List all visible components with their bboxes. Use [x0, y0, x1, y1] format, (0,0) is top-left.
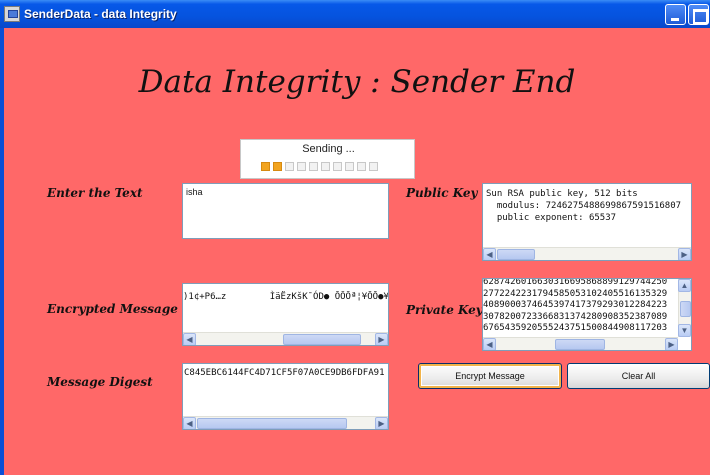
encrypted-horizontal-scrollbar[interactable]: ◀ ▶: [183, 332, 388, 345]
scroll-down-icon[interactable]: ▼: [678, 324, 691, 337]
scroll-thumb[interactable]: [283, 334, 361, 345]
public-key-horizontal-scrollbar[interactable]: ◀ ▶: [483, 247, 691, 260]
private-key-line: 4089000374645397417379293012284223: [483, 300, 668, 310]
scroll-left-icon[interactable]: ◀: [483, 248, 496, 260]
private-key-label: Private Key: [406, 303, 483, 317]
scroll-right-icon[interactable]: ▶: [665, 338, 678, 350]
title-bar[interactable]: SenderData - data Integrity ✕: [0, 0, 710, 28]
encrypted-message-label: Encrypted Message: [47, 302, 178, 316]
page-heading: Data Integrity : Sender End: [138, 64, 576, 100]
private-key-line: 6287426016630316695868899129744250: [483, 278, 668, 287]
window-title: SenderData - data Integrity: [24, 7, 177, 21]
progress-cell-empty: [345, 162, 354, 171]
content-panel: Data Integrity : Sender End Sending ... …: [4, 28, 710, 475]
scroll-right-icon[interactable]: ▶: [375, 333, 388, 345]
scroll-left-icon[interactable]: ◀: [183, 333, 196, 345]
public-key-line: Sun RSA public key, 512 bits: [486, 189, 638, 199]
digest-horizontal-scrollbar[interactable]: ◀ ▶: [183, 416, 388, 429]
text-input-area[interactable]: isha: [182, 183, 389, 239]
progress-bar: [261, 162, 378, 172]
public-key-label: Public Key: [406, 186, 478, 200]
message-digest-area[interactable]: C845EBC6144FC4D71CF5F07A0CE9DB6FDFA91 ◀ …: [182, 363, 389, 430]
progress-label: Sending ...: [302, 143, 355, 155]
progress-cell-empty: [333, 162, 342, 171]
enter-text-label: Enter the Text: [47, 186, 143, 200]
encrypted-message-area[interactable]: )1¢+P6…z ÌäËzKšK¯ÓD● ŌŌŌª¦¥ŌŌ●¥ ◀ ▶: [182, 283, 389, 346]
public-key-area[interactable]: Sun RSA public key, 512 bits modulus: 72…: [482, 183, 692, 261]
private-key-line: 2772242231794585053102405516135329: [483, 288, 668, 299]
scroll-right-icon[interactable]: ▶: [375, 417, 388, 429]
app-window: SenderData - data Integrity ✕ Data Integ…: [0, 0, 710, 475]
text-input-value: isha: [186, 187, 203, 197]
progress-cell-empty: [285, 162, 294, 171]
progress-cell-empty: [297, 162, 306, 171]
public-key-line: modulus: 7246275488699867591516807: [486, 201, 682, 211]
progress-cell-empty: [357, 162, 366, 171]
private-key-area[interactable]: 6287426016630316695868899129744250 27722…: [482, 278, 692, 351]
private-key-line: 3078200723366831374280908352387089: [483, 311, 668, 322]
progress-cell-filled: [273, 162, 282, 171]
scroll-thumb[interactable]: [680, 301, 691, 317]
scroll-thumb[interactable]: [555, 339, 605, 350]
scroll-left-icon[interactable]: ◀: [483, 338, 496, 350]
maximize-button[interactable]: [688, 4, 709, 25]
scroll-thumb[interactable]: [497, 249, 535, 260]
scroll-up-icon[interactable]: ▲: [678, 279, 691, 292]
message-digest-label: Message Digest: [47, 375, 153, 389]
scroll-right-icon[interactable]: ▶: [678, 248, 691, 260]
private-key-line: 6765435920555243751500844908117203: [483, 323, 668, 333]
private-key-vertical-scrollbar[interactable]: ▲ ▼: [678, 279, 691, 337]
clear-all-button[interactable]: Clear All: [567, 363, 710, 389]
progress-cell-empty: [321, 162, 330, 171]
private-key-horizontal-scrollbar[interactable]: ◀ ▶: [483, 337, 678, 350]
sending-progress-panel: Sending ...: [240, 139, 415, 179]
minimize-button[interactable]: [665, 4, 686, 25]
java-app-icon: [4, 6, 20, 22]
message-digest-value: C845EBC6144FC4D71CF5F07A0CE9DB6FDFA91: [184, 368, 385, 378]
public-key-line: public exponent: 65537: [486, 213, 617, 223]
encrypted-message-value: )1¢+P6…z ÌäËzKšK¯ÓD● ŌŌŌª¦¥ŌŌ●¥: [183, 292, 389, 302]
scroll-left-icon[interactable]: ◀: [183, 417, 196, 429]
encrypt-message-button[interactable]: Encrypt Message: [418, 363, 562, 389]
progress-cell-filled: [261, 162, 270, 171]
progress-cell-empty: [309, 162, 318, 171]
scroll-thumb[interactable]: [197, 418, 347, 429]
progress-cell-empty: [369, 162, 378, 171]
